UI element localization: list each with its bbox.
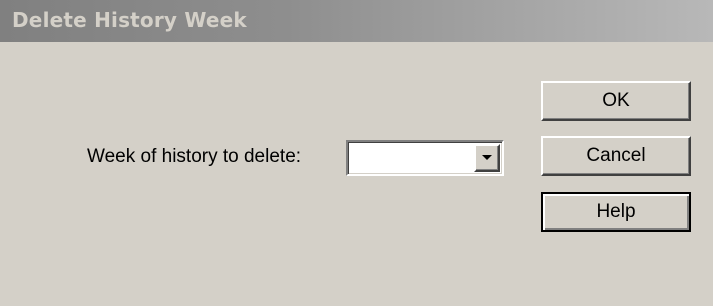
week-select-dropdown-button[interactable] — [474, 144, 500, 172]
cancel-button[interactable]: Cancel — [541, 136, 691, 176]
delete-history-week-dialog: Delete History Week Week of history to d… — [0, 0, 713, 306]
help-button[interactable]: Help — [541, 192, 691, 232]
window-title: Delete History Week — [12, 8, 247, 32]
chevron-down-icon — [482, 155, 492, 160]
week-select[interactable] — [346, 140, 504, 176]
week-field-label: Week of history to delete: — [87, 146, 302, 167]
title-bar[interactable]: Delete History Week — [0, 0, 713, 42]
ok-button[interactable]: OK — [541, 81, 691, 121]
